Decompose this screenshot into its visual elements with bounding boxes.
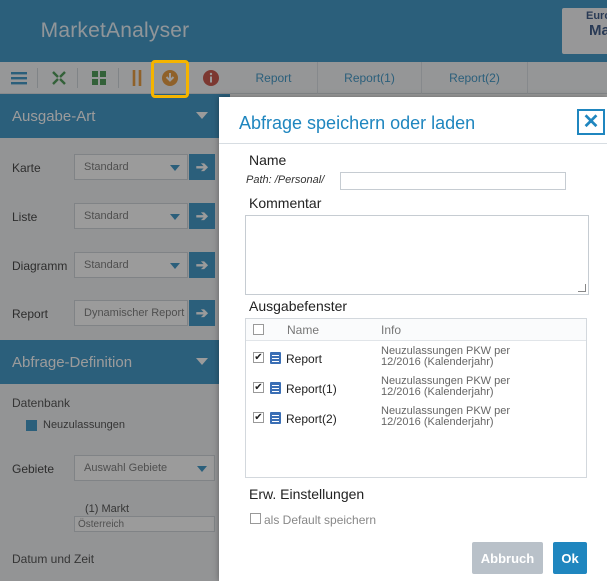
row-info: Neuzulassungen PKW per 12/2016 (Kalender…: [381, 375, 511, 398]
table-row[interactable]: ✔ Report Neuzulassungen PKW per 12/2016 …: [246, 343, 586, 373]
row-checkbox[interactable]: ✔: [253, 352, 264, 363]
grid-header: Name Info: [246, 319, 586, 341]
dialog-title: Abfrage speichern oder laden: [239, 113, 476, 133]
close-button[interactable]: ✕: [577, 109, 605, 135]
grid-header-name: Name: [287, 323, 320, 337]
cancel-button[interactable]: Abbruch: [472, 542, 543, 574]
row-checkbox[interactable]: ✔: [253, 412, 264, 423]
highlight-frame: [151, 60, 189, 98]
grid-header-info: Info: [381, 323, 402, 337]
report-document-icon: [270, 412, 281, 424]
resize-handle[interactable]: [578, 284, 586, 292]
report-document-icon: [270, 382, 281, 394]
ok-button[interactable]: Ok: [553, 542, 587, 574]
row-name: Report(2): [286, 412, 337, 426]
comment-textarea[interactable]: [245, 215, 589, 295]
close-icon: ✕: [582, 111, 600, 133]
dialog-divider: [219, 143, 607, 144]
comment-label: Kommentar: [249, 195, 322, 211]
row-name: Report: [286, 352, 323, 366]
row-info: Neuzulassungen PKW per 12/2016 (Kalender…: [381, 345, 511, 368]
default-checkbox[interactable]: [250, 513, 261, 524]
save-load-dialog: Abfrage speichern oder laden ✕ Name Path…: [219, 97, 607, 581]
output-grid: Name Info ✔ Report Neuzulassungen PKW pe…: [245, 318, 587, 478]
table-row[interactable]: ✔ Report(1) Neuzulassungen PKW per 12/20…: [246, 373, 586, 403]
table-row[interactable]: ✔ Report(2) Neuzulassungen PKW per 12/20…: [246, 403, 586, 433]
output-label: Ausgabefenster: [249, 298, 348, 314]
row-name: Report(1): [286, 382, 337, 396]
path-text: Path: /Personal/: [246, 174, 325, 186]
default-label: als Default speichern: [264, 513, 377, 527]
row-checkbox[interactable]: ✔: [253, 382, 264, 393]
advanced-settings-label: Erw. Einstellungen: [249, 486, 365, 502]
name-label: Name: [249, 152, 287, 168]
name-input[interactable]: [340, 172, 566, 190]
row-info: Neuzulassungen PKW per 12/2016 (Kalender…: [381, 405, 511, 428]
select-all-checkbox[interactable]: [253, 324, 264, 335]
report-document-icon: [270, 352, 281, 364]
